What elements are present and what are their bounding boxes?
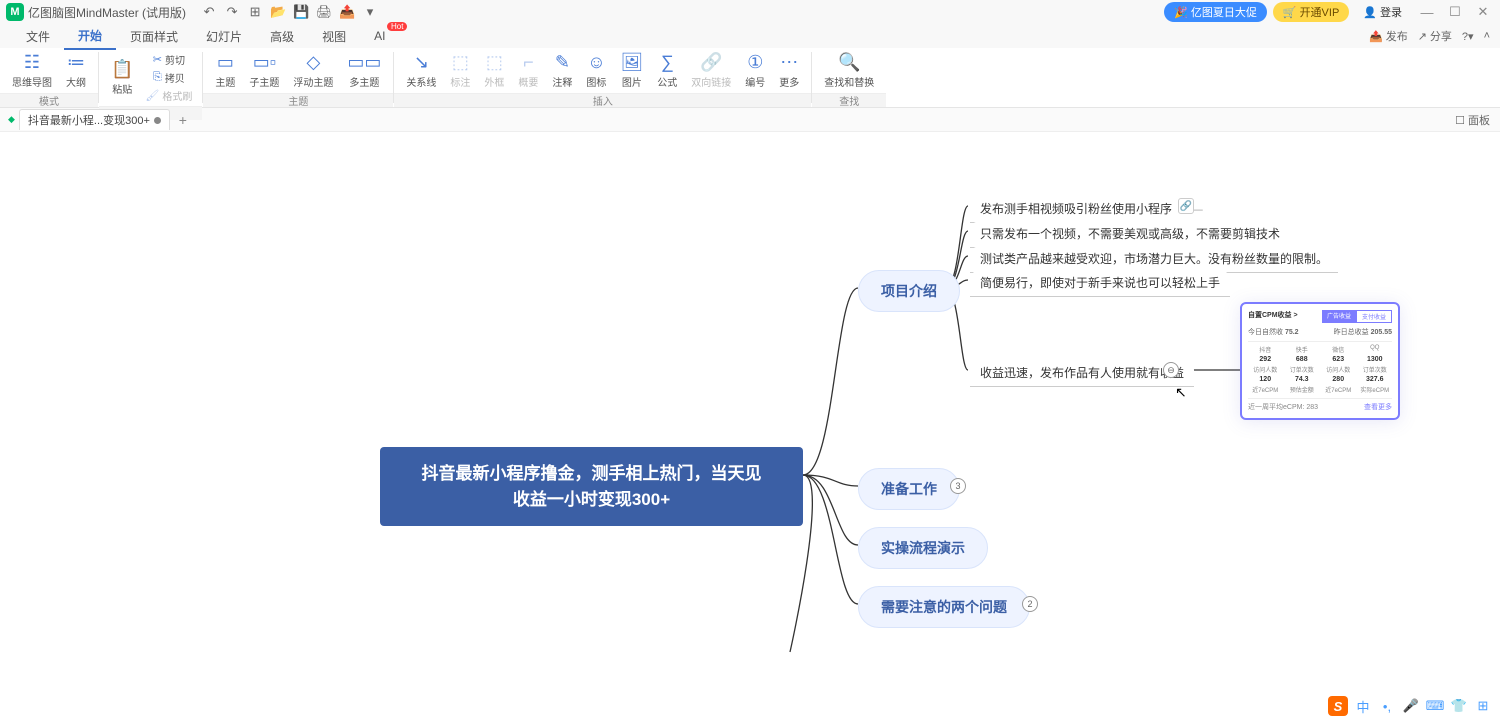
quick-access-toolbar: ↶ ↷ ⊞ 📂 💾 🖨 📤 ▾ xyxy=(198,2,381,22)
ime-keyboard-icon[interactable]: ⌨ xyxy=(1426,697,1444,715)
doc-icon: ◆ xyxy=(8,114,15,125)
leaf-1[interactable]: 发布测手相视频吸引粉丝使用小程序 —— xyxy=(970,196,1213,221)
format-brush-button[interactable]: 🖌格式刷 xyxy=(141,86,196,104)
collapse-toggle-leaf5[interactable]: ⊖ xyxy=(1163,362,1179,378)
promo-summer-button[interactable]: 🎉亿图夏日大促 xyxy=(1164,2,1267,22)
outline-icon: ≔ xyxy=(67,52,85,73)
leaf-4[interactable]: 简便易行，即使对于新手来说也可以轻松上手 xyxy=(970,270,1230,295)
node-root[interactable]: 抖音最新小程序撸金，测手相上热门，当天见收益一小时变现300+ xyxy=(380,447,803,526)
menu-advanced[interactable]: 高级 xyxy=(256,24,308,49)
document-tabs: ◆ 抖音最新小程...变现300+ + ☐ 面板 xyxy=(0,108,1500,132)
callout-button[interactable]: ⬚标注 xyxy=(444,50,476,91)
window-maximize[interactable]: ☐ xyxy=(1444,2,1466,22)
unsaved-dot xyxy=(154,117,161,124)
app-title: 亿图脑图MindMaster (试用版) xyxy=(28,4,186,21)
menu-start[interactable]: 开始 xyxy=(64,23,116,50)
mindmap-canvas[interactable]: 抖音最新小程序撸金，测手相上热门，当天见收益一小时变现300+ 项目介绍 准备工… xyxy=(0,132,1500,720)
find-replace-button[interactable]: 🔍查找和替换 xyxy=(818,50,880,91)
ime-mic-icon[interactable]: 🎤 xyxy=(1402,697,1420,715)
multi-topic-button[interactable]: ▭▭多主题 xyxy=(341,50,387,91)
topic-button[interactable]: ▭主题 xyxy=(209,50,241,91)
node-sub-intro[interactable]: 项目介绍 xyxy=(858,270,960,312)
doc-tab-title: 抖音最新小程...变现300+ xyxy=(28,112,150,128)
group-label-insert: 插入 xyxy=(394,93,811,107)
floating-topic-button[interactable]: ◇浮动主题 xyxy=(287,50,339,91)
window-close[interactable]: ✕ xyxy=(1472,2,1494,22)
relation-line-button[interactable]: ↘关系线 xyxy=(400,50,442,91)
more-insert-button[interactable]: ⋯更多 xyxy=(773,50,805,91)
redo-button[interactable]: ↷ xyxy=(221,2,243,22)
open-button[interactable]: 📂 xyxy=(267,2,289,22)
new-button[interactable]: ⊞ xyxy=(244,2,266,22)
print-button[interactable]: 🖨 xyxy=(313,2,335,22)
collapse-ribbon-button[interactable]: ˄ xyxy=(1484,30,1490,42)
ime-tools-icon[interactable]: ⊞ xyxy=(1474,697,1492,715)
mindmap-icon: ☷ xyxy=(24,52,40,73)
open-vip-button[interactable]: 🛒开通VIP xyxy=(1273,2,1349,22)
menu-view[interactable]: 视图 xyxy=(308,24,360,49)
doc-tab-active[interactable]: 抖音最新小程...变现300+ xyxy=(19,109,170,130)
search-icon: 🔍 xyxy=(838,52,860,73)
node-sub-prep[interactable]: 准备工作 xyxy=(858,468,960,510)
help-button[interactable]: ?▾ xyxy=(1462,30,1474,43)
summary-button[interactable]: ⌐概要 xyxy=(512,50,544,91)
copy-button[interactable]: ⎘拷贝 xyxy=(141,68,196,86)
group-label-topic: 主题 xyxy=(203,93,393,107)
node-sub-demo[interactable]: 实操流程演示 xyxy=(858,527,988,569)
paste-button[interactable]: 📋粘贴 xyxy=(105,57,139,98)
panel-toggle[interactable]: ☐ 面板 xyxy=(1455,112,1490,128)
outline-mode-button[interactable]: ≔大纲 xyxy=(60,50,92,91)
hot-badge: Hot xyxy=(387,22,407,31)
cut-button[interactable]: ✂剪切 xyxy=(141,50,196,68)
share-button[interactable]: ↗分享 xyxy=(1418,28,1452,44)
note-button[interactable]: ✎注释 xyxy=(546,50,578,91)
window-minimize[interactable]: — xyxy=(1416,2,1438,22)
menu-bar: 文件 开始 页面样式 幻灯片 高级 视图 AIHot 📤发布 ↗分享 ?▾ ˄ xyxy=(0,24,1500,48)
group-label-find: 查找 xyxy=(812,93,886,107)
ime-punct[interactable]: •, xyxy=(1378,697,1396,715)
collapse-badge-prep[interactable]: 3 xyxy=(950,478,966,494)
leaf-3[interactable]: 测试类产品越来越受欢迎，市场潜力巨大。没有粉丝数量的限制。 xyxy=(970,246,1338,271)
menu-ai[interactable]: AIHot xyxy=(360,25,399,47)
export-button[interactable]: 📤 xyxy=(336,2,358,22)
ime-person-icon[interactable]: 👕 xyxy=(1450,697,1468,715)
subtopic-button[interactable]: ▭▫子主题 xyxy=(243,50,285,91)
menu-file[interactable]: 文件 xyxy=(12,24,64,49)
ribbon: ☷思维导图 ≔大纲 模式 📋粘贴 ✂剪切 ⎘拷贝 🖌格式刷 剪贴板 ▭主题 ▭▫… xyxy=(0,48,1500,108)
status-bar: S 中 •, 🎤 ⌨ 👕 ⊞ xyxy=(1320,692,1500,720)
login-button[interactable]: 👤登录 xyxy=(1355,2,1410,22)
leaf-5[interactable]: 收益迅速，发布作品有人使用就有收益 xyxy=(970,360,1194,385)
publish-button[interactable]: 📤发布 xyxy=(1369,28,1408,44)
link-icon[interactable]: 🔗 xyxy=(1178,198,1194,214)
numbering-button[interactable]: ①编号 xyxy=(739,50,771,91)
icon-button[interactable]: ☺图标 xyxy=(580,50,612,91)
ime-lang[interactable]: 中 xyxy=(1354,697,1372,715)
menu-page-style[interactable]: 页面样式 xyxy=(116,24,192,49)
formula-button[interactable]: ∑公式 xyxy=(651,50,683,91)
group-label-mode: 模式 xyxy=(0,93,98,107)
boundary-button[interactable]: ⬚外框 xyxy=(478,50,510,91)
title-bar: M 亿图脑图MindMaster (试用版) ↶ ↷ ⊞ 📂 💾 🖨 📤 ▾ 🎉… xyxy=(0,0,1500,24)
image-button[interactable]: 🖼图片 xyxy=(614,50,649,91)
bidirectional-link-button[interactable]: 🔗双向链接 xyxy=(685,50,737,91)
undo-button[interactable]: ↶ xyxy=(198,2,220,22)
export-dropdown[interactable]: ▾ xyxy=(359,2,381,22)
app-logo: M xyxy=(6,3,24,21)
collapse-badge-issues[interactable]: 2 xyxy=(1022,596,1038,612)
node-sub-issues[interactable]: 需要注意的两个问题 xyxy=(858,586,1030,628)
leaf-2[interactable]: 只需发布一个视频，不需要美观或高级，不需要剪辑技术 xyxy=(970,221,1290,246)
mindmap-mode-button[interactable]: ☷思维导图 xyxy=(6,50,58,91)
add-tab-button[interactable]: + xyxy=(174,111,192,129)
menu-slides[interactable]: 幻灯片 xyxy=(192,24,256,49)
mouse-cursor: ↖ xyxy=(1175,384,1187,401)
save-button[interactable]: 💾 xyxy=(290,2,312,22)
embedded-stats-card[interactable]: 自置CPM收益 > 广告收益 支付收益 今日自然收 75.2昨日总收益 205.… xyxy=(1240,302,1400,420)
paste-icon: 📋 xyxy=(111,59,133,80)
ime-logo[interactable]: S xyxy=(1328,696,1348,716)
